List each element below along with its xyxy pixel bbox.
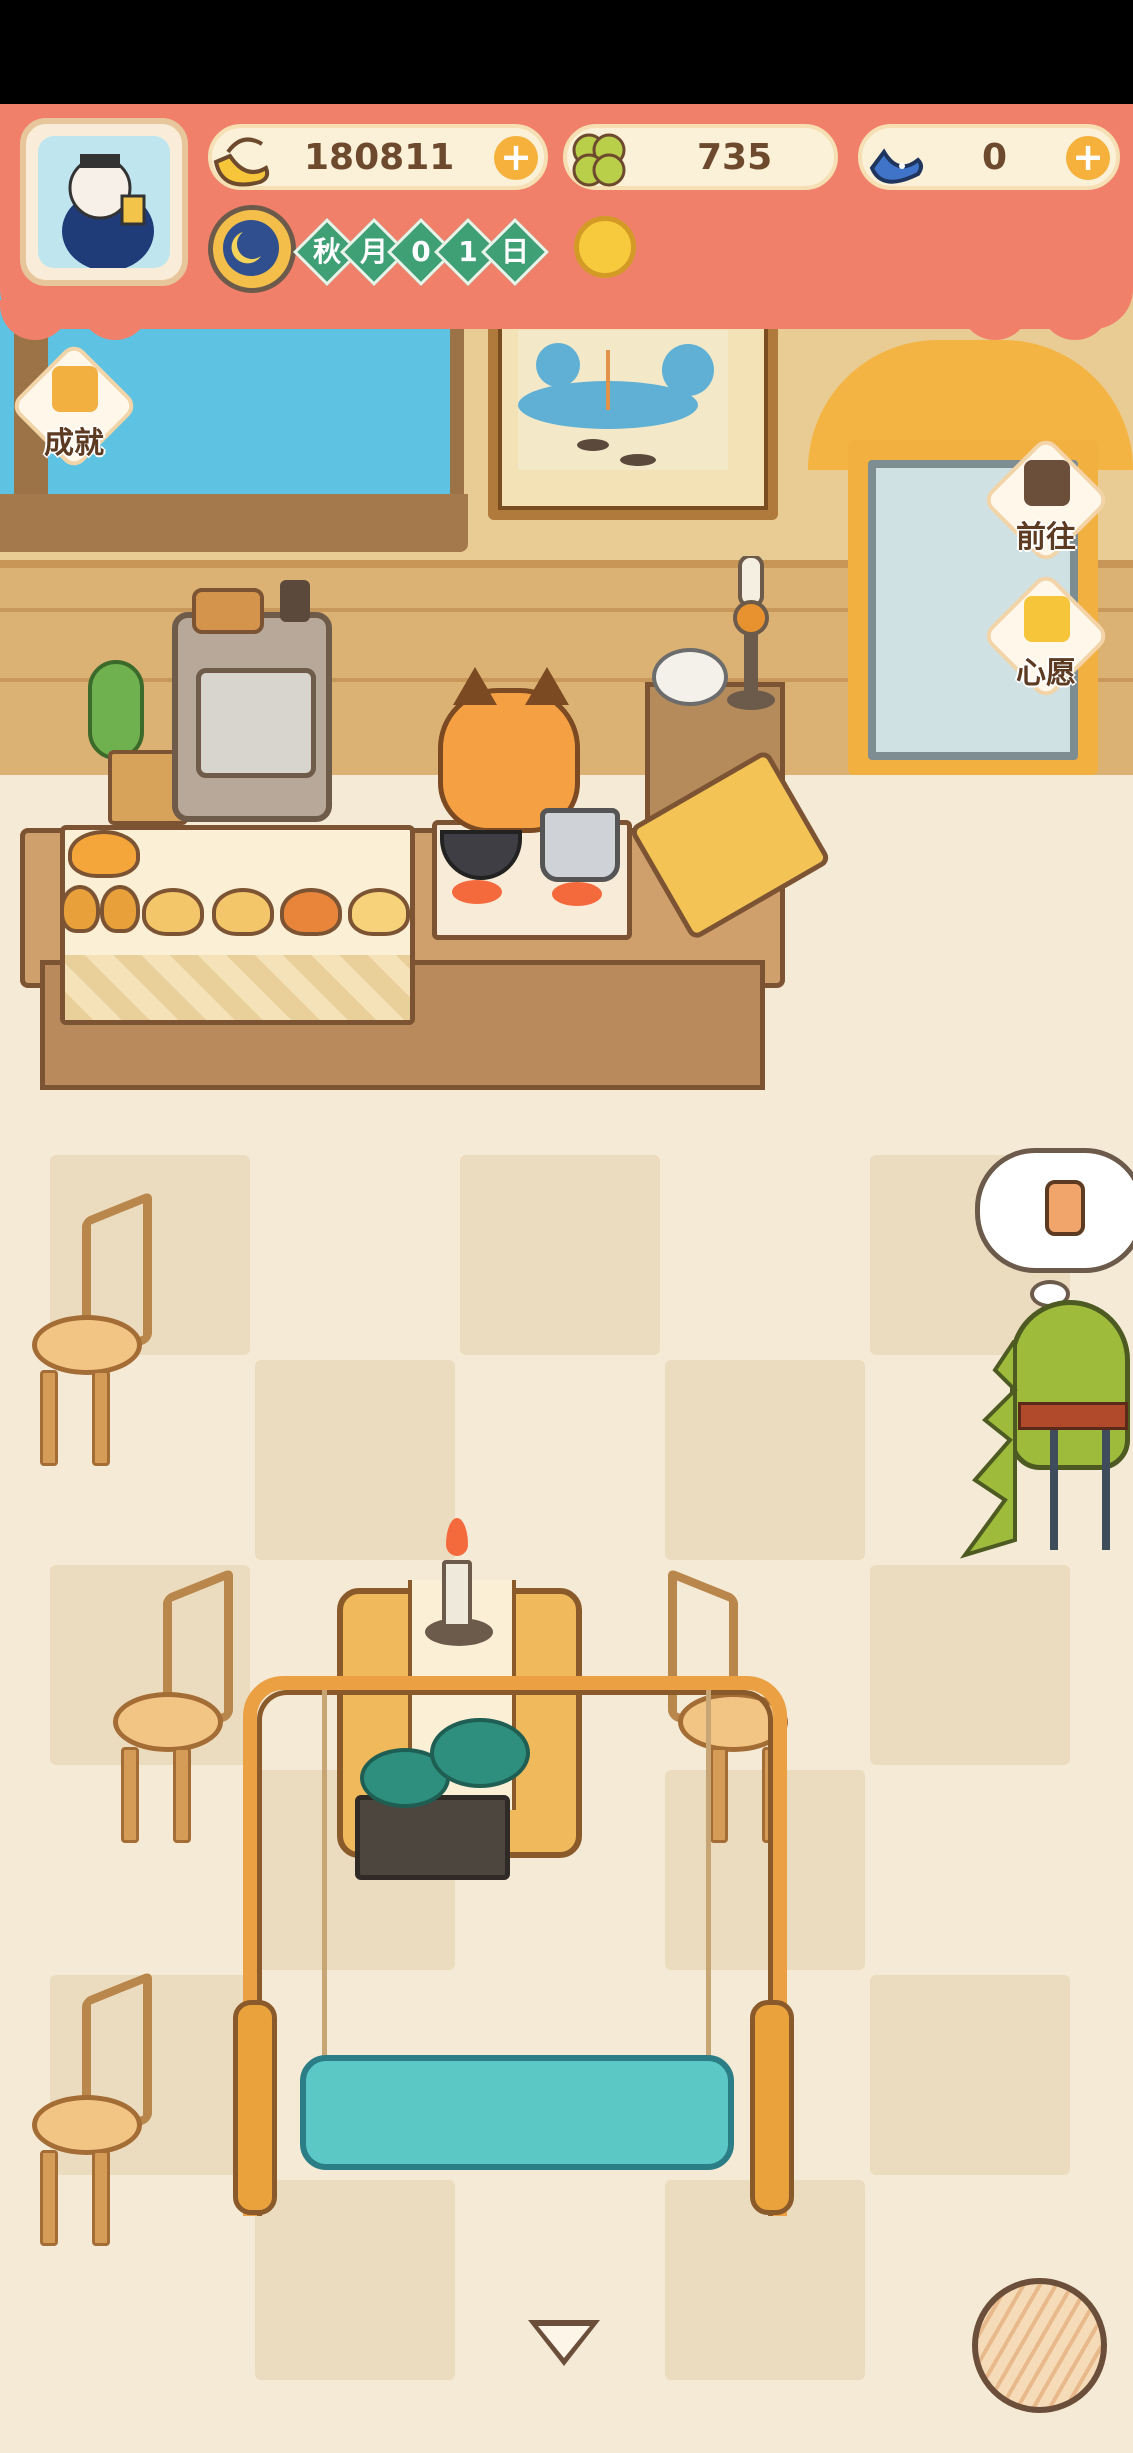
signboard-icon (1024, 460, 1070, 506)
lantern-icon (1045, 1180, 1085, 1236)
chevron-down-fill (538, 2326, 590, 2358)
dinosaur-belt (1018, 1402, 1128, 1430)
blue-banana-currency: 0 + (858, 124, 1120, 190)
dinosaur-tail (959, 1340, 1018, 1559)
sun-icon[interactable] (574, 216, 636, 278)
teapot (652, 648, 728, 706)
stove-flame (452, 880, 502, 904)
banana-count: 180811 (304, 136, 455, 178)
player-avatar[interactable] (20, 118, 188, 286)
painting (488, 300, 778, 520)
blue-banana-add-button[interactable]: + (1066, 136, 1110, 180)
banana-currency: 180811 + (208, 124, 548, 190)
status-bar (0, 0, 1133, 104)
oil-lamp-icon (727, 556, 775, 710)
dinosaur-legs (1050, 1430, 1110, 1550)
dish-item[interactable] (142, 888, 204, 936)
dish-item[interactable] (212, 888, 274, 936)
wish-label: 心愿 (1016, 656, 1076, 691)
blue-banana-count: 0 (982, 136, 1008, 178)
clover-icon (572, 133, 626, 187)
clipboard-icon (52, 366, 98, 412)
swing-post (750, 2000, 794, 2215)
dish-item[interactable] (60, 885, 100, 933)
swing-rope (706, 1690, 711, 2090)
spice-jar (280, 580, 310, 622)
chair (113, 1567, 233, 1843)
chair (32, 1190, 152, 1466)
swing-rope (322, 1690, 327, 2090)
candle (442, 1560, 472, 1628)
blue-banana-icon (869, 148, 923, 184)
moon-star-icon (208, 205, 296, 293)
tablecloth-pattern (65, 955, 410, 1020)
dish-item[interactable] (100, 885, 140, 933)
achievements-label: 成就 (44, 426, 104, 461)
dish-item[interactable] (348, 888, 410, 936)
clover-count: 735 (697, 136, 773, 178)
vegetables (88, 660, 144, 760)
banana-icon (213, 137, 270, 187)
go-to-label: 前往 (1016, 520, 1076, 555)
cooking-pot (540, 808, 620, 882)
wish-button[interactable]: 心愿 (980, 570, 1112, 702)
swing-post (233, 2000, 277, 2215)
yarn-ball-icon[interactable] (972, 2278, 1107, 2413)
go-to-button[interactable]: 前往 (980, 434, 1112, 566)
heart-book-icon (1024, 596, 1070, 642)
dish-item[interactable] (68, 830, 140, 878)
chair (32, 1970, 152, 2246)
clover-currency: 735 (563, 124, 838, 190)
avatar-portrait (38, 136, 170, 268)
dish-item[interactable] (280, 888, 342, 936)
banana-add-button[interactable]: + (494, 136, 538, 180)
achievements-button[interactable]: 成就 (8, 340, 140, 472)
ingredient-basket (192, 588, 264, 634)
stove-flame (552, 882, 602, 906)
swing-seat[interactable] (300, 2055, 734, 2170)
oven-window (196, 668, 316, 778)
window-sill (0, 494, 468, 552)
